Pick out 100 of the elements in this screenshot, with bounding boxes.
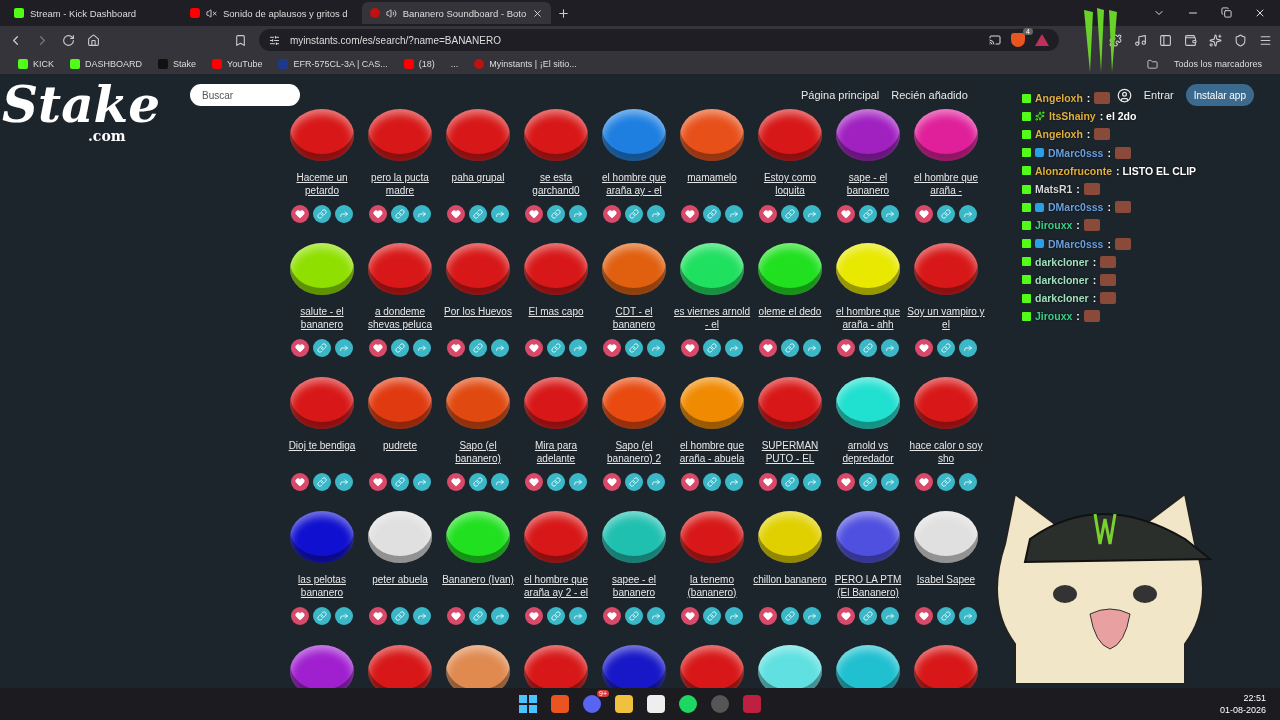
menu-icon[interactable] (1259, 33, 1272, 47)
share-button[interactable] (725, 473, 743, 491)
close-icon[interactable] (532, 7, 544, 19)
bookmark-link[interactable]: (18) (418, 59, 435, 69)
muted-speaker-icon[interactable] (206, 7, 217, 19)
copy-link-button[interactable] (469, 607, 487, 625)
sound-title-link[interactable]: el hombre que araña - ahh (828, 305, 908, 331)
sound-button[interactable] (446, 511, 510, 563)
favorite-button[interactable] (369, 339, 387, 357)
share-button[interactable] (335, 339, 353, 357)
new-tab-icon[interactable] (557, 6, 571, 20)
share-button[interactable] (803, 473, 821, 491)
share-button[interactable] (569, 339, 587, 357)
favorite-button[interactable] (525, 607, 543, 625)
share-button[interactable] (569, 473, 587, 491)
share-button[interactable] (647, 339, 665, 357)
favorite-button[interactable] (603, 473, 621, 491)
user-icon[interactable] (1116, 87, 1132, 103)
extensions-icon[interactable] (1109, 33, 1122, 47)
favorite-button[interactable] (837, 339, 855, 357)
sound-button[interactable] (680, 109, 744, 161)
share-button[interactable] (491, 607, 509, 625)
sound-button[interactable] (758, 243, 822, 295)
share-button[interactable] (725, 205, 743, 223)
favorite-button[interactable] (759, 473, 777, 491)
share-button[interactable] (881, 607, 899, 625)
browser-tab[interactable]: Bananero Soundboard - Boto (361, 2, 552, 24)
sound-button[interactable] (836, 243, 900, 295)
reload-icon[interactable] (62, 33, 75, 47)
sound-button[interactable] (836, 511, 900, 563)
favorite-button[interactable] (369, 473, 387, 491)
copy-link-button[interactable] (547, 205, 565, 223)
copy-link-button[interactable] (703, 205, 721, 223)
restore-icon[interactable] (1221, 7, 1232, 18)
search-field[interactable]: Buscar (190, 84, 300, 106)
sound-title-link[interactable]: mamamelo (672, 171, 752, 197)
copy-link-button[interactable] (391, 473, 409, 491)
favorite-button[interactable] (759, 607, 777, 625)
share-button[interactable] (959, 473, 977, 491)
share-button[interactable] (413, 205, 431, 223)
copy-link-button[interactable] (313, 473, 331, 491)
copy-link-button[interactable] (469, 339, 487, 357)
favorite-button[interactable] (837, 205, 855, 223)
bookmark-link[interactable]: ... (450, 59, 459, 69)
sound-button[interactable] (758, 645, 822, 688)
sparkles-icon[interactable] (1209, 33, 1222, 47)
sound-button[interactable] (446, 645, 510, 688)
share-button[interactable] (413, 473, 431, 491)
favorite-button[interactable] (369, 607, 387, 625)
copy-link-button[interactable] (937, 607, 955, 625)
install-app-button[interactable]: Instalar app (1185, 84, 1254, 106)
share-button[interactable] (491, 473, 509, 491)
sound-title-link[interactable]: hace calor o soy sho (906, 439, 986, 465)
sound-button[interactable] (836, 645, 900, 688)
sound-button[interactable] (914, 511, 978, 563)
bookmark-link[interactable]: DASHBOARD (85, 59, 143, 69)
copy-link-button[interactable] (703, 339, 721, 357)
sound-title-link[interactable]: Estoy como loquita (750, 171, 830, 197)
copy-link-button[interactable] (859, 473, 877, 491)
copy-link-button[interactable] (781, 205, 799, 223)
favorite-button[interactable] (447, 607, 465, 625)
share-button[interactable] (335, 473, 353, 491)
copy-link-button[interactable] (391, 205, 409, 223)
bookmark-link[interactable]: YouTube (227, 59, 263, 69)
sound-title-link[interactable]: la tenemo (bananero) (672, 573, 752, 599)
favorite-button[interactable] (603, 205, 621, 223)
favorite-button[interactable] (681, 339, 699, 357)
share-button[interactable] (413, 339, 431, 357)
copy-link-button[interactable] (625, 205, 643, 223)
favorite-button[interactable] (681, 607, 699, 625)
site-settings-icon[interactable] (269, 34, 280, 46)
copy-link-button[interactable] (547, 607, 565, 625)
sidebar-icon[interactable] (1159, 33, 1172, 47)
home-icon[interactable] (87, 33, 100, 47)
copy-link-button[interactable] (313, 339, 331, 357)
sound-title-link[interactable]: salute - el bananero (282, 305, 362, 331)
bookmark-link[interactable]: Myinstants | ¡El sitio... (489, 59, 577, 69)
sound-title-link[interactable]: el hombre que araña ay 2 - el (516, 573, 596, 599)
sound-button[interactable] (602, 109, 666, 161)
favorite-button[interactable] (447, 339, 465, 357)
sound-button[interactable] (446, 377, 510, 429)
copy-link-button[interactable] (781, 339, 799, 357)
bookmark-link[interactable]: KICK (33, 59, 54, 69)
sound-title-link[interactable]: Mira para adelante (516, 439, 596, 465)
favorite-button[interactable] (525, 473, 543, 491)
sound-button[interactable] (602, 243, 666, 295)
sound-title-link[interactable]: oleme el dedo (750, 305, 830, 331)
favorite-button[interactable] (603, 607, 621, 625)
sound-title-link[interactable]: SUPERMAN PUTO - EL (750, 439, 830, 465)
favorite-button[interactable] (447, 205, 465, 223)
copy-link-button[interactable] (547, 339, 565, 357)
sound-button[interactable] (368, 377, 432, 429)
sound-button[interactable] (836, 377, 900, 429)
share-button[interactable] (335, 607, 353, 625)
copy-link-button[interactable] (391, 607, 409, 625)
favorite-button[interactable] (837, 473, 855, 491)
sound-button[interactable] (914, 109, 978, 161)
sound-title-link[interactable]: Sapo (el bananero) 2 (594, 439, 674, 465)
copy-link-button[interactable] (625, 339, 643, 357)
sound-title-link[interactable]: Por los Huevos (438, 305, 518, 331)
